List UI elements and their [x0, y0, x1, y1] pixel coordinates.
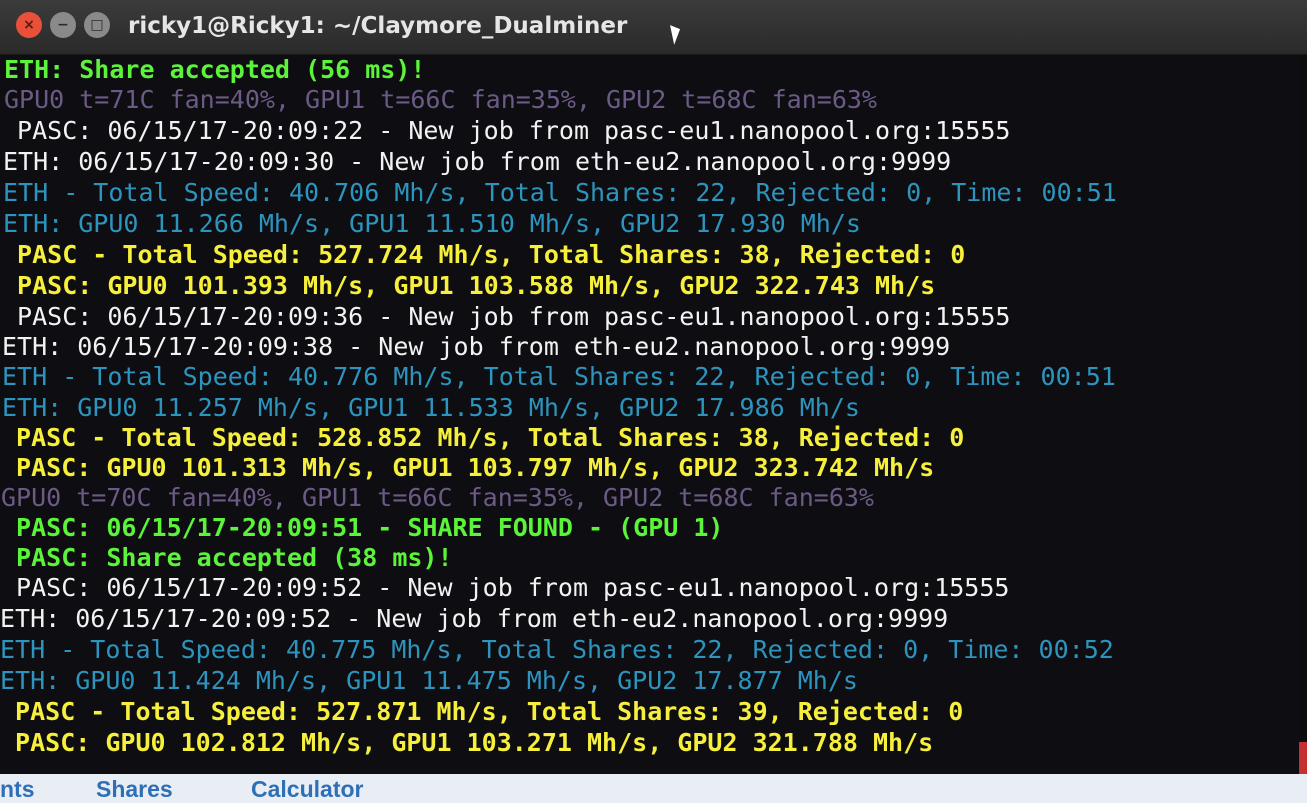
terminal-window: × − □ ricky1@Ricky1: ~/Claymore_Dualmine…	[0, 0, 1307, 803]
minimize-icon[interactable]: −	[50, 12, 76, 38]
terminal-line: PASC: GPU0 101.393 Mh/s, GPU1 103.588 Mh…	[2, 271, 936, 300]
terminal-line: ETH: 06/15/17-20:09:52 - New job from et…	[0, 604, 949, 633]
tab-nts[interactable]: nts	[0, 776, 35, 803]
terminal-line: ETH - Total Speed: 40.776 Mh/s, Total Sh…	[2, 362, 1116, 391]
terminal-output[interactable]: ETH: Share accepted (56 ms)! GPU0 t=71C …	[0, 56, 1300, 774]
title-bar[interactable]: × − □ ricky1@Ricky1: ~/Claymore_Dualmine…	[0, 0, 1307, 55]
close-icon[interactable]: ×	[16, 12, 42, 38]
background-page-nav: nts Shares Calculator	[0, 774, 1307, 803]
maximize-icon[interactable]: □	[84, 12, 110, 38]
terminal-line: PASC: 06/15/17-20:09:51 - SHARE FOUND - …	[1, 513, 724, 542]
terminal-line: ETH: GPU0 11.424 Mh/s, GPU1 11.475 Mh/s,…	[0, 666, 858, 695]
terminal-line: PASC - Total Speed: 528.852 Mh/s, Total …	[1, 423, 965, 452]
terminal-line: PASC: 06/15/17-20:09:22 - New job from p…	[2, 116, 1011, 145]
terminal-line: ETH - Total Speed: 40.775 Mh/s, Total Sh…	[0, 635, 1114, 664]
terminal-line: PASC: 06/15/17-20:09:36 - New job from p…	[2, 302, 1011, 331]
window-title: ricky1@Ricky1: ~/Claymore_Dualminer	[128, 13, 628, 39]
terminal-line: PASC: 06/15/17-20:09:52 - New job from p…	[1, 573, 1010, 602]
terminal-line: PASC: GPU0 101.313 Mh/s, GPU1 103.797 Mh…	[1, 453, 935, 482]
terminal-line: ETH - Total Speed: 40.706 Mh/s, Total Sh…	[3, 178, 1117, 207]
terminal-line: PASC: Share accepted (38 ms)!	[1, 543, 453, 572]
tab-shares[interactable]: Shares	[96, 776, 173, 803]
tab-calculator[interactable]: Calculator	[251, 776, 363, 803]
terminal-line: GPU0 t=70C fan=40%, GPU1 t=66C fan=35%, …	[1, 483, 874, 512]
terminal-line: ETH: 06/15/17-20:09:30 - New job from et…	[3, 147, 952, 176]
terminal-line: ETH: Share accepted (56 ms)!	[4, 55, 426, 84]
terminal-line: ETH: 06/15/17-20:09:38 - New job from et…	[2, 332, 951, 361]
mouse-pointer-icon	[670, 23, 683, 45]
terminal-line: ETH: GPU0 11.257 Mh/s, GPU1 11.533 Mh/s,…	[2, 393, 860, 422]
terminal-line: PASC - Total Speed: 527.871 Mh/s, Total …	[0, 697, 964, 726]
terminal-line: ETH: GPU0 11.266 Mh/s, GPU1 11.510 Mh/s,…	[3, 209, 861, 238]
terminal-line: PASC - Total Speed: 527.724 Mh/s, Total …	[2, 240, 966, 269]
terminal-line: GPU0 t=71C fan=40%, GPU1 t=66C fan=35%, …	[4, 85, 877, 114]
terminal-line: PASC: GPU0 102.812 Mh/s, GPU1 103.271 Mh…	[0, 728, 934, 757]
